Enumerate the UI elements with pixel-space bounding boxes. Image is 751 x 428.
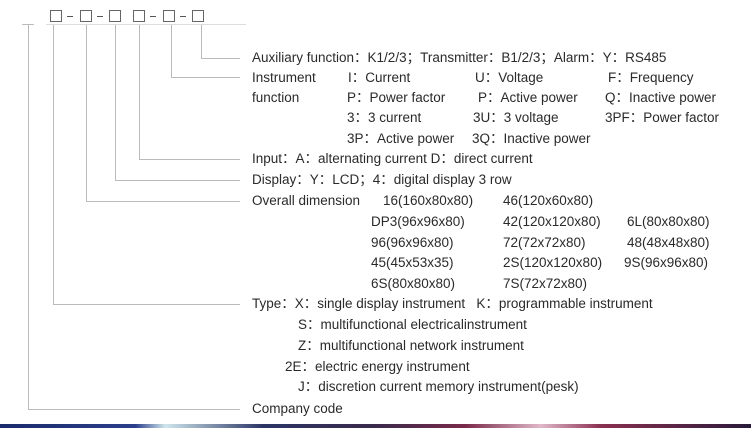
- dimension-item: 96(96x96x80): [371, 235, 454, 250]
- leader-display: [115, 25, 116, 181]
- dimension-item: 42(120x120x80): [503, 214, 601, 229]
- instrument-item: U：Voltage: [475, 70, 544, 85]
- display-line: Display：Y：LCD；4：digital display 3 row: [252, 172, 512, 187]
- dimension-item: 72(72x72x80): [503, 235, 586, 250]
- instrument-item: Q：Inactive power: [605, 90, 717, 105]
- type-item: S：multifunctional electricalinstrument: [298, 317, 527, 332]
- company-code: Company code: [252, 401, 343, 416]
- aux-function: Auxiliary function：K1/2/3；Transmitter：B1…: [252, 50, 667, 65]
- instrument-item: I：Current: [348, 70, 411, 85]
- leader-type-h: [53, 304, 240, 305]
- code-box: [133, 10, 145, 22]
- type-item: J：discretion current memory instrument(p…: [298, 379, 579, 394]
- dimension-item: 6L(80x80x80): [627, 214, 710, 229]
- instrument-item: F：Frequency: [608, 70, 694, 85]
- dimension-item: 45(45x53x35): [371, 255, 454, 270]
- dimension-item: 46(120x60x80): [503, 193, 594, 208]
- code-box: [50, 10, 62, 22]
- dash: [97, 16, 103, 17]
- dimension-item: 16(160x80x80): [383, 193, 474, 208]
- dimension-item: 9S(96x96x80): [624, 255, 709, 270]
- input-line: Input：A：alternating current D：direct cur…: [252, 151, 533, 166]
- instrument-item: P：Power factor: [347, 90, 446, 105]
- code-box: [80, 10, 92, 22]
- instrument-item: P：Active power: [478, 90, 578, 105]
- code-box: [192, 10, 204, 22]
- dimension-item: DP3(96x96x80): [371, 214, 465, 229]
- leader-aux: [201, 25, 202, 59]
- dimension-item: 2S(120x120x80): [503, 255, 603, 270]
- function-label: function: [252, 90, 300, 105]
- dash: [67, 16, 73, 17]
- instrument-item: 3Q：Inactive power: [472, 131, 591, 146]
- leader-display-h: [115, 180, 240, 181]
- dimension-label: Overall dimension: [252, 193, 361, 208]
- leader-dimension: [86, 25, 87, 202]
- leader-input: [139, 25, 140, 160]
- code-box: [109, 10, 121, 22]
- code-box: [163, 10, 175, 22]
- decorative-bottom-strip: [0, 424, 751, 428]
- leader-aux-h: [201, 58, 240, 59]
- dash: [180, 16, 186, 17]
- leader-type: [53, 25, 54, 305]
- leader-company-h: [28, 409, 240, 410]
- model-code-diagram: Auxiliary function：K1/2/3；Transmitter：B1…: [0, 0, 751, 428]
- dimension-item: 7S(72x72x80): [503, 276, 588, 291]
- dimension-item: 6S(80x80x80): [371, 276, 456, 291]
- type-item: 2E：electric energy instrument: [285, 359, 470, 374]
- instrument-item: 3PF：Power factor: [605, 110, 720, 125]
- instrument-item: 3U：3 voltage: [473, 110, 559, 125]
- type-item: Z：multifunctional network instrument: [298, 338, 524, 353]
- instrument-item: 3：3 current: [347, 110, 422, 125]
- dash: [150, 16, 156, 17]
- leader-input-h: [139, 159, 240, 160]
- type-line: Type：X：single display instrument K：progr…: [252, 296, 653, 311]
- leader-dimension-h: [86, 201, 240, 202]
- leader-instrument-h: [171, 77, 240, 78]
- instrument-label: Instrument: [252, 70, 316, 85]
- instrument-item: 3P：Active power: [347, 131, 455, 146]
- underline: [46, 24, 246, 25]
- leader-instrument: [171, 25, 172, 78]
- leader-company: [28, 25, 29, 410]
- dimension-item: 48(48x48x80): [627, 235, 710, 250]
